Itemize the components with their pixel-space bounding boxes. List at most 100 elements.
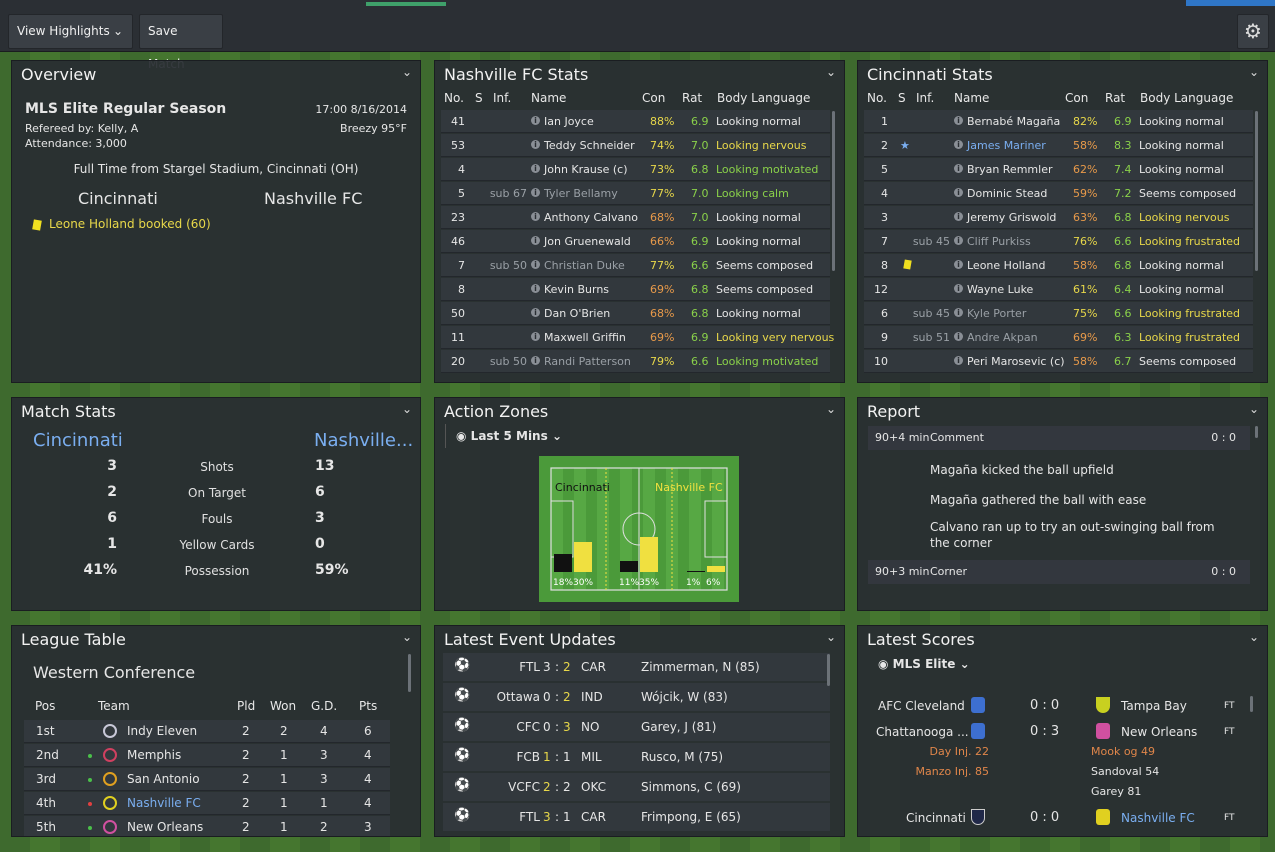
info-icon[interactable]: i [954, 260, 963, 269]
info-icon[interactable]: i [531, 332, 540, 341]
player-row[interactable]: 41 i Ian Joyce 88% 6.9 Looking normal [441, 110, 830, 133]
player-name[interactable]: Christian Duke [544, 259, 625, 272]
player-name[interactable]: Anthony Calvano [544, 211, 638, 224]
info-icon[interactable]: i [531, 284, 540, 293]
event-row[interactable]: ⚽ FTL 3:1 CAR Frimpong, E (65) [443, 803, 830, 831]
league-team[interactable]: New Orleans [127, 820, 203, 834]
report-event-row[interactable]: 90+3 min Corner 0 : 0 [868, 560, 1250, 584]
score-home-team[interactable]: AFC Cleveland [878, 699, 965, 713]
player-row[interactable]: 9 sub 51 i Andre Akpan 69% 6.3 Looking frustra… [864, 326, 1253, 349]
event-row[interactable]: ⚽ CFC 0:3 NO Garey, J (81) [443, 713, 830, 741]
chevron-down-icon[interactable]: ⌄ [1249, 630, 1259, 644]
chevron-down-icon[interactable]: ⌄ [402, 630, 412, 644]
player-row[interactable]: 4 i John Krause (c) 73% 6.8 Looking motivated [441, 158, 830, 181]
chevron-down-icon[interactable]: ⌄ [402, 65, 412, 79]
chevron-down-icon[interactable]: ⌄ [402, 402, 412, 416]
info-icon[interactable]: i [954, 140, 963, 149]
report-event-row[interactable]: 90+4 min Comment 0 : 0 [868, 426, 1250, 450]
view-highlights-button[interactable]: View Highlights ⌄ [8, 14, 133, 49]
gear-icon[interactable]: ⚙ [1237, 14, 1269, 49]
info-icon[interactable]: i [954, 236, 963, 245]
player-row[interactable]: 3 i Jeremy Griswold 63% 6.8 Looking nervous [864, 206, 1253, 229]
league-row[interactable]: 1st Indy Eleven 2 2 4 6 [24, 720, 390, 743]
league-team[interactable]: San Antonio [127, 772, 200, 786]
scrollbar[interactable] [832, 111, 835, 271]
info-icon[interactable]: i [531, 260, 540, 269]
league-row[interactable]: 3rd San Antonio 2 1 3 4 [24, 768, 390, 791]
player-name[interactable]: Bernabé Magaña [967, 115, 1060, 128]
info-icon[interactable]: i [531, 236, 540, 245]
chevron-down-icon[interactable]: ⌄ [826, 402, 836, 416]
info-icon[interactable]: i [531, 116, 540, 125]
player-row[interactable]: 5 i Bryan Remmler 62% 7.4 Looking normal [864, 158, 1253, 181]
info-icon[interactable]: i [954, 212, 963, 221]
player-name[interactable]: Jeremy Griswold [967, 211, 1056, 224]
info-icon[interactable]: i [531, 188, 540, 197]
event-row[interactable]: ⚽ FTL 3:2 CAR Zimmerman, N (85) [443, 653, 830, 681]
scores-filter-dropdown[interactable]: ◉ MLS Elite ⌄ [878, 657, 970, 671]
chevron-down-icon[interactable]: ⌄ [1249, 402, 1259, 416]
league-team[interactable]: Nashville FC [127, 796, 201, 810]
player-row[interactable]: 2 ★ i James Mariner 58% 8.3 Looking normal [864, 134, 1253, 157]
info-icon[interactable]: i [954, 356, 963, 365]
player-name[interactable]: John Krause (c) [544, 163, 628, 176]
player-name[interactable]: Maxwell Griffin [544, 331, 626, 344]
player-name[interactable]: Tyler Bellamy [544, 187, 618, 200]
score-away-team[interactable]: Tampa Bay [1121, 699, 1187, 713]
event-row[interactable]: ⚽ FCB 1:1 MIL Rusco, M (75) [443, 743, 830, 771]
player-row[interactable]: 50 i Dan O'Brien 68% 6.8 Looking normal [441, 302, 830, 325]
league-row[interactable]: 5th New Orleans 2 1 2 3 [24, 816, 390, 836]
player-row[interactable]: 23 i Anthony Calvano 68% 7.0 Looking normal [441, 206, 830, 229]
player-row[interactable]: 8 i Kevin Burns 69% 6.8 Seems composed [441, 278, 830, 301]
player-row[interactable]: 7 sub 50 i Christian Duke 77% 6.6 Seems compos… [441, 254, 830, 277]
player-name[interactable]: Ian Joyce [544, 115, 594, 128]
player-row[interactable]: 11 i Maxwell Griffin 69% 6.9 Looking very ner… [441, 326, 834, 349]
info-icon[interactable]: i [954, 164, 963, 173]
player-name[interactable]: Wayne Luke [967, 283, 1033, 296]
player-row[interactable]: 7 sub 45 i Cliff Purkiss 76% 6.6 Looking frust… [864, 230, 1253, 253]
chevron-down-icon[interactable]: ⌄ [1249, 65, 1259, 79]
info-icon[interactable]: i [531, 140, 540, 149]
scrollbar[interactable] [1255, 111, 1258, 271]
player-row[interactable]: 1 i Bernabé Magaña 82% 6.9 Looking normal [864, 110, 1253, 133]
player-row[interactable]: 10 i Peri Marosevic (c) 58% 6.7 Seems compose… [864, 350, 1253, 373]
player-row[interactable]: 46 i Jon Gruenewald 66% 6.9 Looking normal [441, 230, 830, 253]
chevron-down-icon[interactable]: ⌄ [826, 65, 836, 79]
player-name[interactable]: Kevin Burns [544, 283, 609, 296]
player-name[interactable]: Dominic Stead [967, 187, 1047, 200]
player-name[interactable]: Peri Marosevic (c) [967, 355, 1065, 368]
info-icon[interactable]: i [531, 356, 540, 365]
chevron-down-icon[interactable]: ⌄ [826, 630, 836, 644]
info-icon[interactable]: i [954, 308, 963, 317]
player-row[interactable]: 4 i Dominic Stead 59% 7.2 Seems composed [864, 182, 1253, 205]
scrollbar[interactable] [1255, 426, 1258, 438]
player-name[interactable]: Dan O'Brien [544, 307, 610, 320]
info-icon[interactable]: i [954, 332, 963, 341]
score-away-team[interactable]: Nashville FC [1121, 811, 1195, 825]
scrollbar[interactable] [408, 654, 411, 692]
league-team[interactable]: Memphis [127, 748, 181, 762]
info-icon[interactable]: i [531, 212, 540, 221]
player-row[interactable]: 20 sub 50 i Randi Patterson 79% 6.6 Looking mo… [441, 350, 830, 373]
scrollbar[interactable] [827, 654, 830, 686]
info-icon[interactable]: i [954, 188, 963, 197]
score-away-team[interactable]: New Orleans [1121, 725, 1197, 739]
player-name[interactable]: Randi Patterson [544, 355, 631, 368]
info-icon[interactable]: i [954, 284, 963, 293]
player-row[interactable]: 53 i Teddy Schneider 74% 7.0 Looking nervous [441, 134, 830, 157]
player-name[interactable]: Cliff Purkiss [967, 235, 1031, 248]
player-row[interactable]: 5 sub 67 i Tyler Bellamy 77% 7.0 Looking calm [441, 182, 830, 205]
event-row[interactable]: ⚽ VCFC 2:2 OKC Simmons, C (69) [443, 773, 830, 801]
save-match-button[interactable]: Save Match [139, 14, 223, 71]
player-row[interactable]: 12 i Wayne Luke 61% 6.4 Looking normal [864, 278, 1253, 301]
player-name[interactable]: Andre Akpan [967, 331, 1038, 344]
info-icon[interactable]: i [954, 116, 963, 125]
player-row[interactable]: 6 sub 45 i Kyle Porter 75% 6.6 Looking frustra… [864, 302, 1253, 325]
player-name[interactable]: Teddy Schneider [544, 139, 635, 152]
player-name[interactable]: Kyle Porter [967, 307, 1026, 320]
zone-filter-dropdown[interactable]: ◉ Last 5 Mins ⌄ [445, 424, 562, 448]
info-icon[interactable]: i [531, 308, 540, 317]
league-team[interactable]: Indy Eleven [127, 724, 197, 738]
league-row[interactable]: 2nd Memphis 2 1 3 4 [24, 744, 390, 767]
league-row[interactable]: 4th Nashville FC 2 1 1 4 [24, 792, 390, 815]
